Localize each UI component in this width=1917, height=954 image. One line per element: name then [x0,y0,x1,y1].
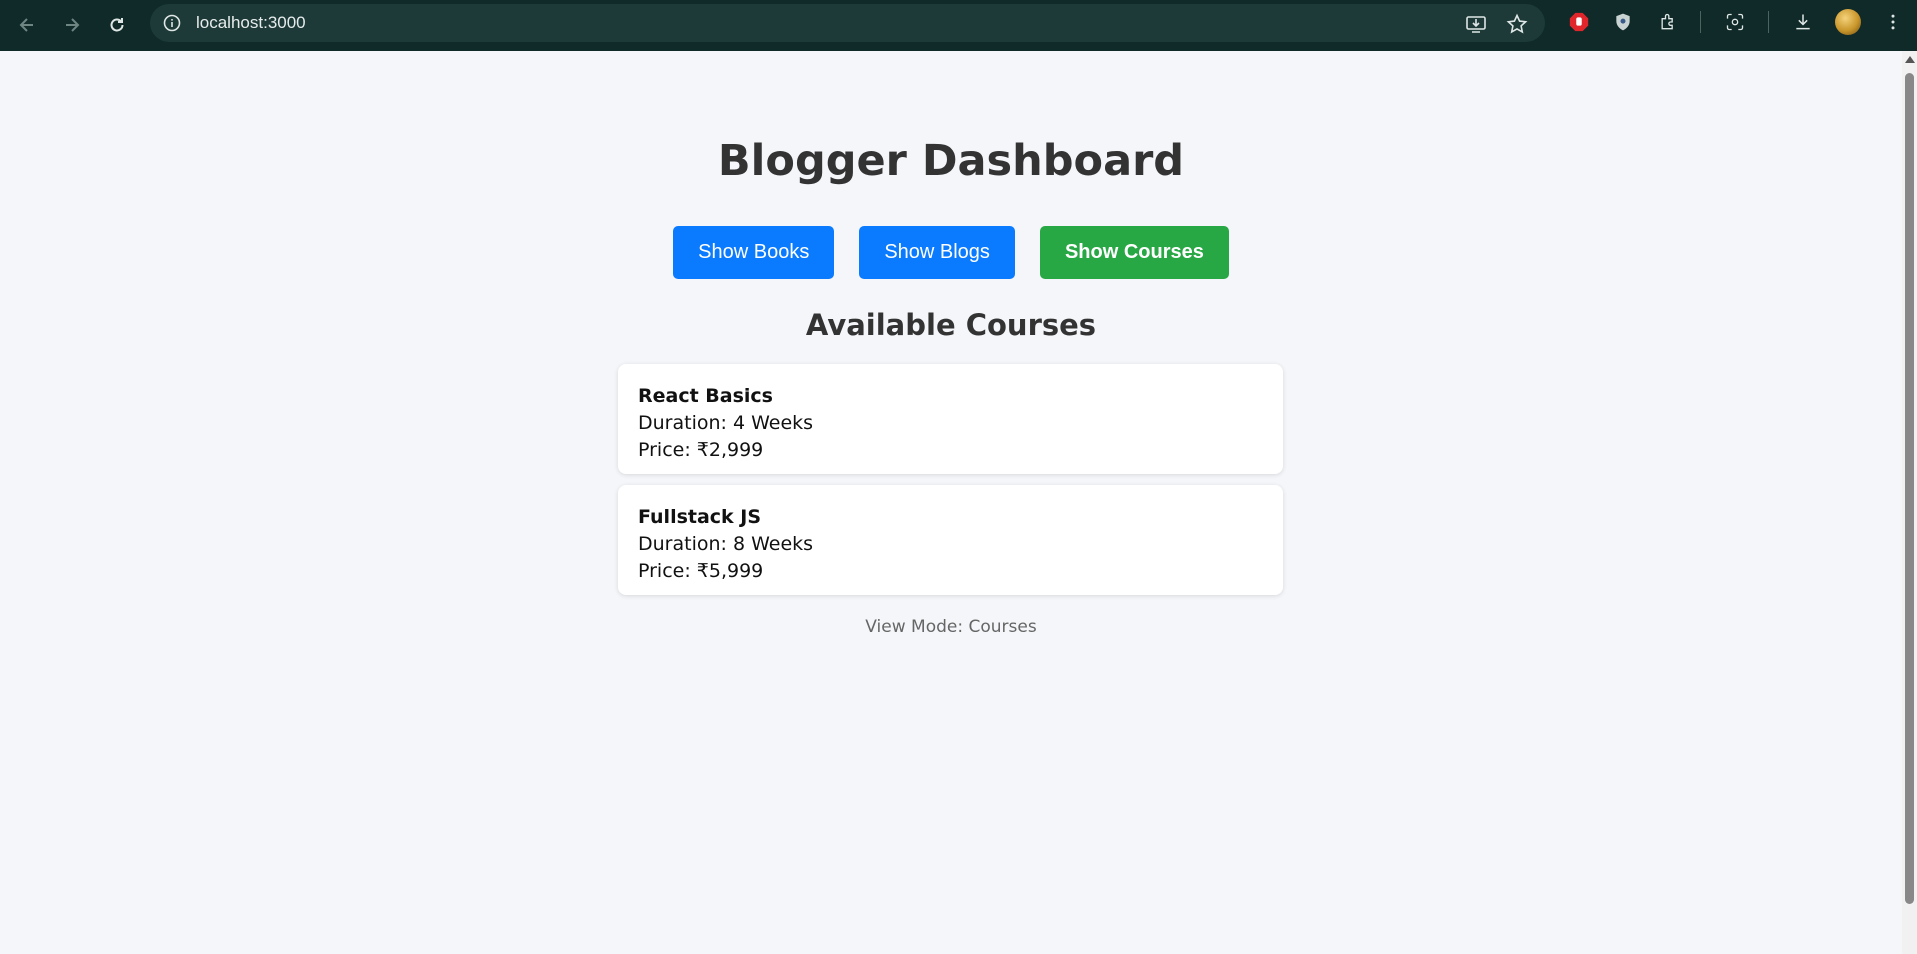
view-mode-text: View Mode: Courses [865,617,1037,637]
course-duration: Duration: 4 Weeks [638,412,814,434]
reload-icon [110,18,124,32]
show-blogs-button[interactable]: Show Blogs [859,226,1015,279]
extensions-puzzle-icon[interactable] [1656,10,1680,34]
show-books-button[interactable]: Show Books [673,226,835,279]
view-toggle-buttons: Show Books Show Blogs Show Courses [0,226,1902,279]
page-scrollbar[interactable] [1902,51,1917,954]
scroll-thumb[interactable] [1905,73,1914,904]
shield-extension-icon[interactable] [1611,10,1635,34]
bookmark-star-icon[interactable] [1506,13,1528,35]
browser-toolbar: localhost:3000 [0,0,1917,51]
arrow-right-icon [66,18,80,32]
scroll-up-arrow-icon[interactable] [1905,56,1915,63]
course-price: Price: ₹2,999 [638,439,764,461]
page-title: Blogger Dashboard [717,136,1185,186]
show-courses-button[interactable]: Show Courses [1039,226,1229,279]
adblock-extension-icon[interactable] [1567,10,1591,34]
section-title: Available Courses [805,308,1097,342]
toolbar-divider [1700,11,1701,33]
course-name: React Basics [638,385,773,407]
download-icon[interactable] [1791,10,1815,34]
course-price: Price: ₹5,999 [638,560,764,582]
url-text[interactable]: localhost:3000 [196,13,306,33]
course-duration: Duration: 8 Weeks [638,533,814,555]
reload-button[interactable] [100,8,134,42]
install-app-icon[interactable] [1465,13,1487,35]
kebab-menu-icon[interactable] [1881,10,1905,34]
course-name: Fullstack JS [638,506,762,528]
address-bar[interactable]: localhost:3000 [150,4,1545,42]
info-icon[interactable] [162,13,182,33]
page-content: Blogger Dashboard Show Books Show Blogs … [0,51,1902,954]
course-card: React Basics Duration: 4 Weeks Price: ₹2… [618,364,1283,474]
course-card: Fullstack JS Duration: 8 Weeks Price: ₹5… [618,485,1283,595]
profile-avatar[interactable] [1835,9,1861,35]
toolbar-divider [1768,11,1769,33]
arrow-left-icon [19,18,33,32]
back-button[interactable] [10,8,44,42]
screenshot-lens-icon[interactable] [1723,10,1747,34]
forward-button[interactable] [55,8,89,42]
